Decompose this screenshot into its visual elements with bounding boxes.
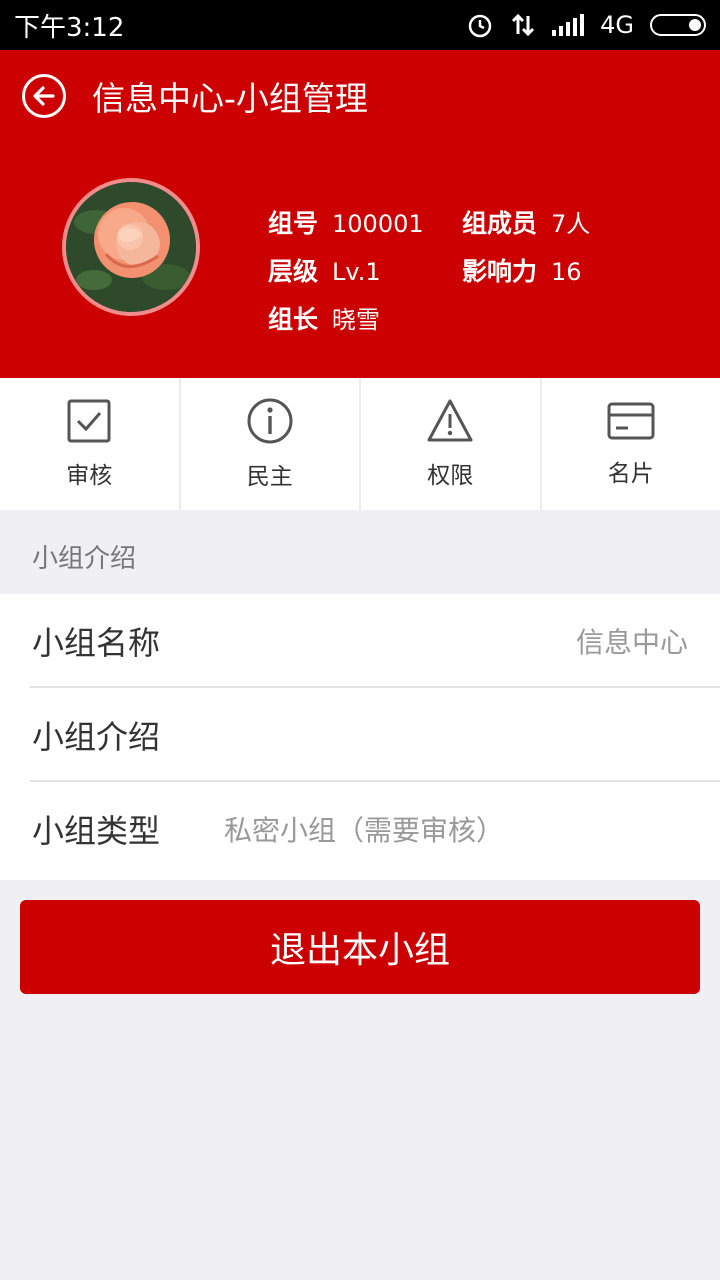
signal-icon (552, 14, 585, 36)
group-members: 组成员 7人 (462, 209, 591, 238)
group-type-label: 小组类型 (32, 812, 161, 850)
status-bar: 下午3:12 4G (0, 0, 720, 50)
card-icon (607, 402, 655, 440)
group-influence: 影响力 16 (462, 257, 582, 286)
section-title: 小组介绍 (32, 544, 137, 574)
tool-permissions[interactable]: 权限 (361, 378, 542, 510)
group-number: 组号 100001 (268, 209, 424, 238)
tool-review[interactable]: 审核 (0, 378, 181, 510)
tool-label: 民主 (246, 464, 293, 490)
info-icon (247, 398, 293, 444)
page-title: 信息中心-小组管理 (92, 79, 368, 118)
group-type-value: 私密小组（需要审核） (224, 814, 505, 847)
group-intro-row[interactable]: 小组介绍 (0, 688, 720, 782)
group-leader: 组长 晓雪 (268, 305, 381, 334)
arrow-left-icon (33, 86, 55, 106)
status-icons: 4G (466, 11, 706, 39)
tool-label: 审核 (66, 463, 113, 489)
checkbox-icon (67, 399, 111, 443)
network-type: 4G (600, 11, 634, 39)
alarm-icon (468, 14, 492, 38)
status-time: 下午3:12 (14, 12, 125, 43)
group-level: 层级 Lv.1 (268, 257, 381, 286)
rose-image (66, 182, 196, 312)
tool-democracy[interactable]: 民主 (181, 378, 361, 510)
warning-icon (427, 399, 473, 442)
group-info-list: 小组名称 信息中心 小组介绍 小组类型 私密小组（需要审核） (0, 594, 720, 880)
group-type-row[interactable]: 小组类型 私密小组（需要审核） (0, 782, 720, 876)
group-header: 信息中心-小组管理 组号 100001 组成员 7人 层级 Lv.1 影响力 1… (0, 50, 720, 378)
data-transfer-icon (512, 13, 535, 37)
top-app-bar: 信息中心-小组管理 (0, 50, 720, 140)
tool-label: 权限 (427, 463, 474, 489)
group-name-row[interactable]: 小组名称 信息中心 (0, 594, 720, 688)
group-intro-label: 小组介绍 (32, 718, 161, 756)
group-name-value: 信息中心 (575, 626, 688, 659)
back-button[interactable] (22, 74, 66, 118)
exit-group-button[interactable]: 退出本小组 (20, 900, 700, 994)
battery-icon (650, 14, 706, 36)
group-name-label: 小组名称 (32, 624, 161, 662)
tool-grid: 审核 民主 权限 名片 (0, 378, 720, 510)
tool-label: 名片 (607, 461, 654, 487)
group-avatar[interactable] (62, 178, 200, 316)
tool-card[interactable]: 名片 (542, 378, 720, 510)
